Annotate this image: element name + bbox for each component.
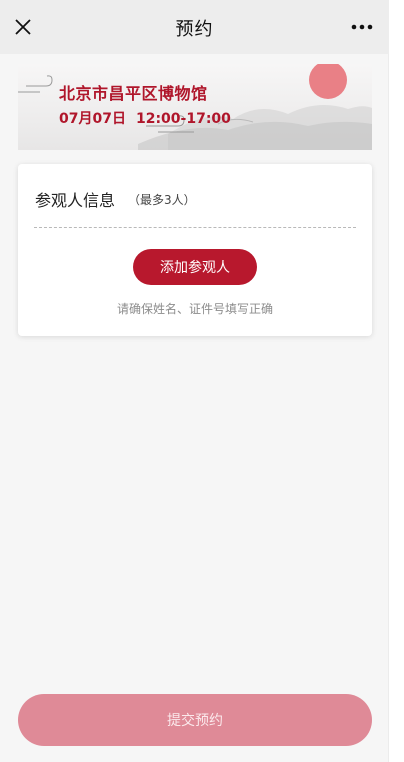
dashed-divider	[34, 227, 356, 228]
more-icon	[351, 24, 373, 30]
page-title: 预约	[175, 19, 214, 40]
submit-reservation-button[interactable]: 提交预约	[18, 694, 372, 746]
visitor-info-card: 参观人信息 （最多3人） 添加参观人 请确保姓名、证件号填写正确	[18, 164, 372, 336]
nav-bar: 预约	[0, 0, 389, 54]
visit-date: 07月07日	[59, 111, 126, 127]
visit-time: 12:00-17:00	[135, 111, 231, 127]
visitor-hint: 请确保姓名、证件号填写正确	[116, 302, 273, 316]
add-visitor-button[interactable]: 添加参观人	[133, 249, 257, 285]
venue-banner: 北京市昌平区博物馆 07月07日 12:00-17:00	[18, 64, 372, 150]
visitor-section-title: 参观人信息	[35, 191, 116, 210]
visitor-limit-note: （最多3人）	[128, 193, 196, 207]
more-button[interactable]	[345, 12, 379, 42]
mountain-landscape-image	[18, 64, 372, 150]
venue-name: 北京市昌平区博物馆	[59, 84, 208, 103]
visit-datetime: 07月07日 12:00-17:00	[59, 108, 231, 128]
